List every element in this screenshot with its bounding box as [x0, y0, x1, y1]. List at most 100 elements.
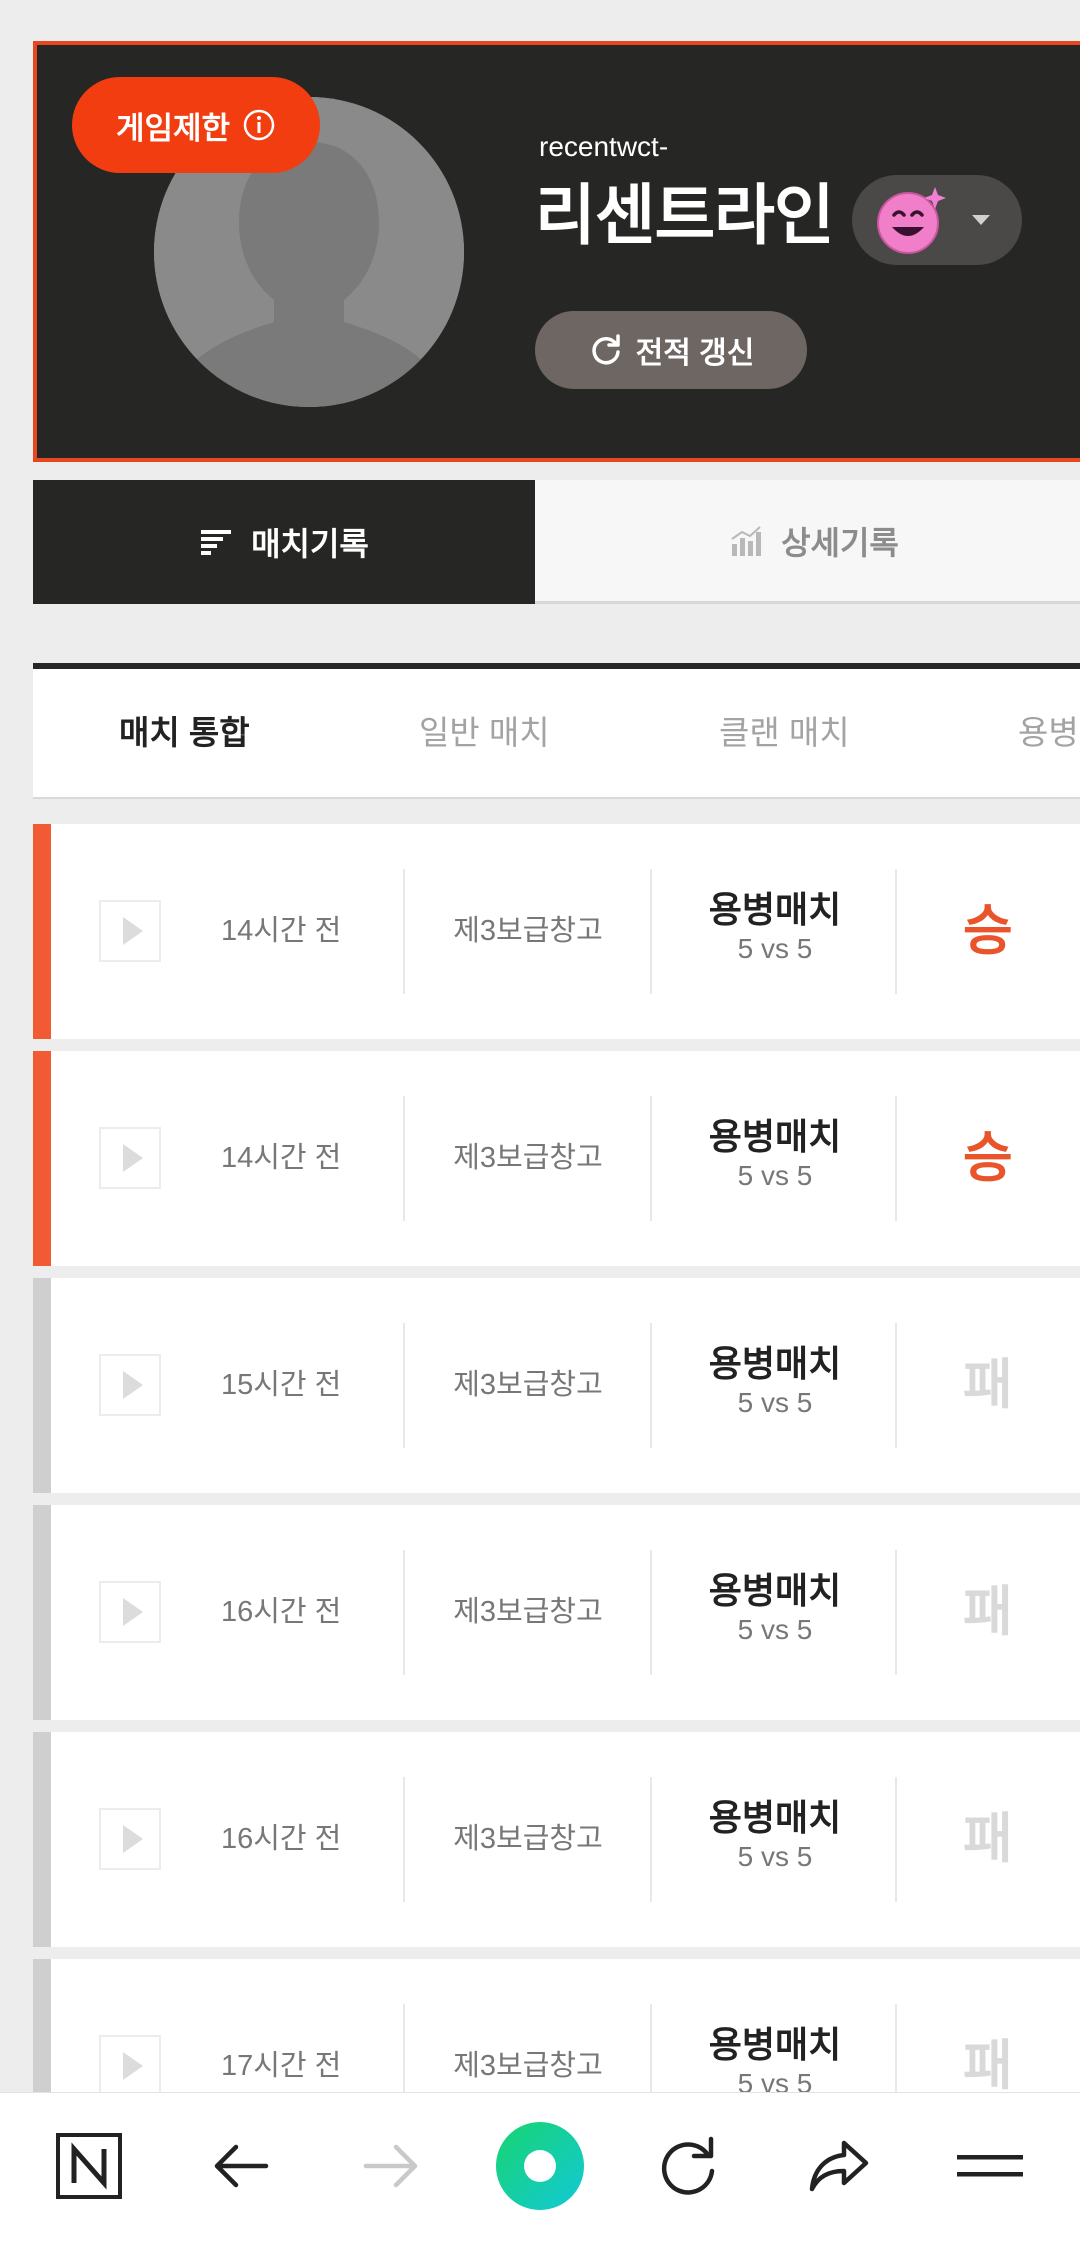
divider	[895, 1323, 897, 1448]
divider	[895, 1777, 897, 1902]
refresh-record-button[interactable]: 전적 갱신	[535, 311, 807, 389]
play-icon	[123, 917, 143, 945]
divider	[895, 1096, 897, 1221]
match-row[interactable]: 16시간 전 제3보급창고 용병매치 5 vs 5 패	[33, 1732, 1080, 1947]
profile-card: 게임제한 recentwct- 리센트라인 전적 갱신	[33, 41, 1080, 462]
replay-button[interactable]	[99, 1127, 161, 1189]
match-result: 승	[963, 1128, 1013, 1188]
tab-all-matches[interactable]: 매치 통합	[119, 669, 250, 797]
divider	[650, 1323, 652, 1448]
tab-normal-match[interactable]: 일반 매치	[419, 669, 550, 797]
tab-detailed-stats[interactable]: 상세기록	[535, 480, 1080, 604]
match-row[interactable]: 16시간 전 제3보급창고 용병매치 5 vs 5 패	[33, 1505, 1080, 1720]
forward-button[interactable]	[346, 2121, 436, 2211]
emblem-selector[interactable]	[852, 175, 1022, 265]
menu-button[interactable]	[945, 2121, 1035, 2211]
page: 게임제한 recentwct- 리센트라인 전적 갱신 매치기록 상세기록 매치…	[0, 0, 1080, 2241]
team-size: 5 vs 5	[737, 933, 813, 964]
refresh-label: 전적 갱신	[635, 337, 755, 370]
divider	[650, 1550, 652, 1675]
share-button[interactable]	[794, 2121, 884, 2211]
match-time: 16시간 전	[221, 1823, 342, 1855]
match-result: 패	[963, 1355, 1013, 1415]
menu-icon	[957, 2155, 1023, 2177]
chevron-down-icon	[972, 215, 990, 225]
match-mode: 용병매치 5 vs 5	[653, 1796, 897, 1874]
play-icon	[123, 2052, 143, 2080]
mode-name: 용병매치	[708, 1570, 842, 1611]
bar-chart-icon	[731, 525, 762, 556]
result-stripe	[33, 1732, 51, 1947]
match-map: 제3보급창고	[453, 915, 603, 947]
mode-name: 용병매치	[708, 2024, 842, 2065]
naver-home-button[interactable]	[44, 2121, 134, 2211]
mode-name: 용병매치	[708, 1343, 842, 1384]
match-row[interactable]: 15시간 전 제3보급창고 용병매치 5 vs 5 패	[33, 1278, 1080, 1493]
match-row[interactable]: 14시간 전 제3보급창고 용병매치 5 vs 5 승	[33, 824, 1080, 1039]
game-restriction-badge[interactable]: 게임제한	[72, 77, 320, 173]
match-result: 패	[963, 1582, 1013, 1642]
naver-n-icon	[56, 2133, 122, 2199]
mode-name: 용병매치	[708, 1116, 842, 1157]
play-icon	[123, 1825, 143, 1853]
divider	[650, 1777, 652, 1902]
divider	[650, 869, 652, 994]
list-icon	[201, 530, 232, 555]
match-result: 승	[963, 901, 1013, 961]
divider	[895, 1550, 897, 1675]
green-dot-home-icon	[496, 2122, 584, 2210]
forward-arrow-icon	[363, 2144, 418, 2188]
match-mode: 용병매치 5 vs 5	[653, 2023, 897, 2101]
user-id: recentwct-	[539, 131, 669, 162]
match-time: 16시간 전	[221, 1596, 342, 1628]
team-size: 5 vs 5	[737, 1614, 813, 1645]
match-result: 패	[963, 1809, 1013, 1869]
match-map: 제3보급창고	[453, 1596, 603, 1628]
match-mode: 용병매치 5 vs 5	[653, 1115, 897, 1193]
reload-button[interactable]	[643, 2121, 733, 2211]
match-time: 14시간 전	[221, 915, 342, 947]
divider	[895, 869, 897, 994]
tab-label: 상세기록	[781, 524, 899, 561]
result-stripe	[33, 824, 51, 1039]
pink-smiley-emblem-icon	[877, 187, 946, 254]
info-icon	[243, 109, 275, 141]
refresh-icon	[661, 2136, 715, 2195]
replay-button[interactable]	[99, 2035, 161, 2097]
share-icon	[809, 2140, 869, 2192]
green-dot-button[interactable]	[495, 2121, 585, 2211]
mode-name: 용병매치	[708, 889, 842, 930]
match-map: 제3보급창고	[453, 1369, 603, 1401]
team-size: 5 vs 5	[737, 1387, 813, 1418]
tab-mercenary-match[interactable]: 용병	[1018, 669, 1079, 797]
match-time: 15시간 전	[221, 1369, 342, 1401]
play-icon	[123, 1144, 143, 1172]
replay-button[interactable]	[99, 900, 161, 962]
main-tabs: 매치기록 상세기록	[33, 480, 1080, 604]
match-row[interactable]: 14시간 전 제3보급창고 용병매치 5 vs 5 승	[33, 1051, 1080, 1266]
browser-bottom-bar	[0, 2092, 1080, 2241]
match-mode: 용병매치 5 vs 5	[653, 1569, 897, 1647]
result-stripe	[33, 1278, 51, 1493]
match-mode: 용병매치 5 vs 5	[653, 1342, 897, 1420]
tab-match-history[interactable]: 매치기록	[33, 480, 535, 604]
tab-clan-match[interactable]: 클랜 매치	[719, 669, 850, 797]
match-map: 제3보급창고	[453, 1823, 603, 1855]
result-stripe	[33, 1505, 51, 1720]
match-time: 14시간 전	[221, 1142, 342, 1174]
team-size: 5 vs 5	[737, 1841, 813, 1872]
back-button[interactable]	[196, 2121, 286, 2211]
replay-button[interactable]	[99, 1808, 161, 1870]
mode-name: 용병매치	[708, 1797, 842, 1838]
replay-button[interactable]	[99, 1354, 161, 1416]
tab-label: 매치기록	[251, 526, 369, 562]
result-stripe	[33, 1051, 51, 1266]
play-icon	[123, 1371, 143, 1399]
restriction-label: 게임제한	[115, 110, 231, 146]
match-mode: 용병매치 5 vs 5	[653, 888, 897, 966]
back-arrow-icon	[214, 2144, 269, 2188]
play-icon	[123, 1598, 143, 1626]
nickname: 리센트라인	[535, 178, 835, 252]
replay-button[interactable]	[99, 1581, 161, 1643]
refresh-icon	[591, 334, 620, 365]
